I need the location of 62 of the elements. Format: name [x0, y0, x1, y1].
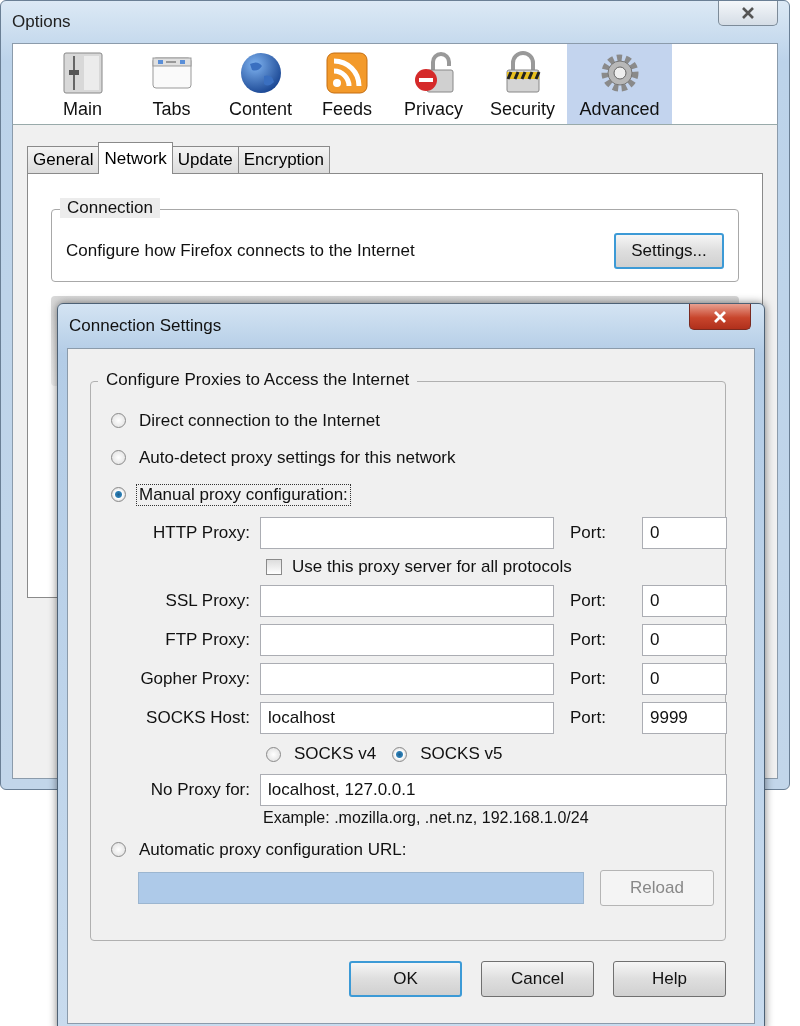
close-button[interactable]: [689, 304, 751, 330]
radio-label[interactable]: Direct connection to the Internet: [136, 409, 383, 432]
port-field[interactable]: 0: [642, 585, 727, 617]
radio-label[interactable]: SOCKS v5: [420, 744, 503, 764]
dialog-title: Connection Settings: [69, 316, 222, 336]
close-icon: [712, 309, 728, 324]
radio-label[interactable]: Auto-detect proxy settings for this network: [136, 446, 459, 469]
proxy-label: SOCKS Host:: [145, 708, 250, 728]
radio-label[interactable]: SOCKS v4: [294, 744, 377, 764]
settings-button[interactable]: Settings...: [614, 232, 724, 269]
dialog-button[interactable]: Cancel: [481, 961, 594, 997]
radio-button[interactable]: [111, 487, 126, 502]
category-tab[interactable]: Privacy: [389, 44, 478, 124]
radio-button[interactable]: [111, 413, 126, 428]
proxy-label: HTTP Proxy:: [152, 523, 250, 543]
tab[interactable]: Network: [98, 142, 173, 174]
radio-button[interactable]: [111, 450, 126, 465]
port-field[interactable]: 0: [642, 517, 727, 549]
example-text: Example: .mozilla.org, .net.nz, 192.168.1.0/24: [263, 809, 590, 827]
group-title: Configure Proxies to Access the Internet: [98, 370, 418, 390]
window-title: Options: [12, 12, 71, 32]
proxy-field[interactable]: [260, 624, 554, 656]
category-tab[interactable]: Main: [38, 44, 127, 124]
proxy-field[interactable]: [260, 663, 554, 695]
radio-button[interactable]: [111, 842, 126, 857]
group-title: Connection: [60, 198, 160, 218]
dialog-button[interactable]: OK: [349, 961, 462, 997]
tab[interactable]: General: [27, 146, 100, 173]
radio-label[interactable]: Automatic proxy configuration URL:: [136, 838, 410, 861]
category-tab[interactable]: Tabs: [127, 44, 216, 124]
proxy-field[interactable]: [260, 585, 554, 617]
port-label: Port:: [569, 708, 607, 728]
close-icon: [740, 6, 756, 20]
checkbox-label[interactable]: Use this proxy server for all protocols: [292, 557, 572, 577]
port-label: Port:: [569, 523, 607, 543]
proxy-label: SSL Proxy:: [164, 591, 250, 611]
proxy-label: Gopher Proxy:: [139, 669, 250, 689]
radio-button[interactable]: [392, 746, 408, 762]
checkbox[interactable]: [266, 559, 282, 575]
close-button[interactable]: [718, 1, 778, 26]
radio-button[interactable]: [266, 746, 281, 762]
category-tab[interactable]: Security: [478, 44, 567, 124]
no-proxy-label: No Proxy for:: [149, 780, 250, 800]
radio-label[interactable]: Manual proxy configuration:: [136, 483, 351, 506]
tab[interactable]: Encryption: [237, 146, 330, 173]
port-label: Port:: [569, 591, 607, 611]
no-proxy-field[interactable]: localhost, 127.0.0.1: [260, 774, 727, 806]
dialog-button[interactable]: Help: [613, 961, 726, 997]
proxy-field[interactable]: localhost: [260, 702, 554, 734]
port-label: Port:: [569, 669, 607, 689]
category-tab[interactable]: Feeds: [305, 44, 389, 124]
proxy-label: FTP Proxy:: [164, 630, 250, 650]
port-label: Port:: [569, 630, 607, 650]
port-field[interactable]: 9999: [642, 702, 727, 734]
feed-icon: [324, 50, 370, 96]
category-tab[interactable]: Advanced: [567, 44, 672, 124]
port-field[interactable]: 0: [642, 624, 727, 656]
proxy-field[interactable]: [260, 517, 554, 549]
category-tab[interactable]: Content: [216, 44, 305, 124]
port-field[interactable]: 0: [642, 663, 727, 695]
tab[interactable]: Update: [171, 146, 239, 173]
connection-description: Configure how Firefox connects to the Internet: [66, 240, 415, 261]
